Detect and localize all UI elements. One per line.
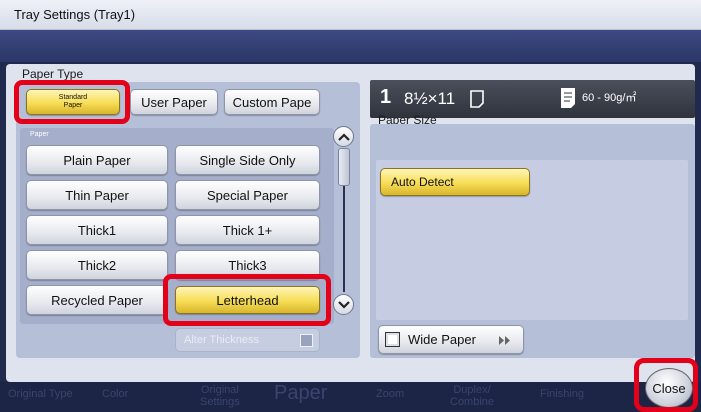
bottom-tab-bar: Original Type Color Original Settings Pa…	[0, 382, 701, 412]
tray-number: 1	[380, 86, 392, 108]
tray-paper-weight: 60 - 90g/㎡	[582, 92, 637, 104]
tab-color[interactable]: Color	[102, 388, 128, 400]
tab-duplex-line1: Duplex/	[453, 384, 491, 396]
scroll-thumb[interactable]	[338, 148, 350, 186]
paper-type-label: Paper Type	[22, 67, 84, 81]
custom-paper-tab[interactable]: Custom Pape	[224, 89, 320, 115]
chevron-down-icon	[337, 300, 350, 309]
title-bar: Tray Settings (Tray1)	[0, 0, 701, 30]
auto-detect-button[interactable]: Auto Detect	[380, 168, 530, 196]
alter-thickness-button: Alter Thickness	[175, 328, 320, 352]
wide-paper-label: Wide Paper	[408, 332, 476, 347]
tab-paper[interactable]: Paper	[274, 382, 327, 405]
tab-original-settings-line2: Settings	[200, 396, 240, 408]
thin-paper-button[interactable]: Thin Paper	[26, 180, 168, 210]
tab-duplex-line2: Combine	[450, 396, 495, 408]
thick2-button[interactable]: Thick2	[26, 250, 168, 280]
chevron-up-icon	[337, 132, 350, 141]
paper-category-label: Paper	[30, 131, 49, 138]
double-arrow-right-icon	[499, 336, 510, 345]
tab-duplex-combine[interactable]: Duplex/ Combine	[450, 384, 494, 408]
tab-finishing[interactable]: Finishing	[540, 388, 584, 400]
recycled-paper-button[interactable]: Recycled Paper	[26, 285, 168, 315]
user-paper-tab[interactable]: User Paper	[130, 89, 218, 115]
thick1-button[interactable]: Thick1	[26, 215, 168, 245]
single-side-only-button[interactable]: Single Side Only	[175, 145, 320, 175]
plain-paper-button[interactable]: Plain Paper	[26, 145, 168, 175]
tab-zoom[interactable]: Zoom	[376, 388, 404, 400]
highlight-letterhead	[163, 274, 331, 326]
window-title: Tray Settings (Tray1)	[14, 7, 136, 22]
tab-original-settings[interactable]: Original Settings	[200, 384, 240, 408]
portrait-orientation-icon	[470, 90, 484, 108]
wide-paper-checkbox-icon	[385, 332, 400, 347]
alter-thickness-label: Alter Thickness	[184, 334, 259, 346]
tab-original-type[interactable]: Original Type	[8, 388, 73, 400]
scroll-up-button[interactable]	[333, 126, 354, 147]
tab-original-settings-line1: Original	[200, 384, 239, 396]
scroll-down-button[interactable]	[333, 294, 354, 315]
alter-thickness-checkbox-icon	[300, 334, 313, 347]
tray-paper-size: 8½×11	[404, 89, 456, 108]
special-paper-button[interactable]: Special Paper	[175, 180, 320, 210]
highlight-standard-paper	[14, 80, 130, 124]
header-band	[0, 30, 701, 62]
paper-weight-icon	[561, 88, 575, 108]
thick1-plus-button[interactable]: Thick 1+	[175, 215, 320, 245]
wide-paper-button[interactable]: Wide Paper	[378, 325, 524, 354]
highlight-close	[634, 358, 698, 412]
